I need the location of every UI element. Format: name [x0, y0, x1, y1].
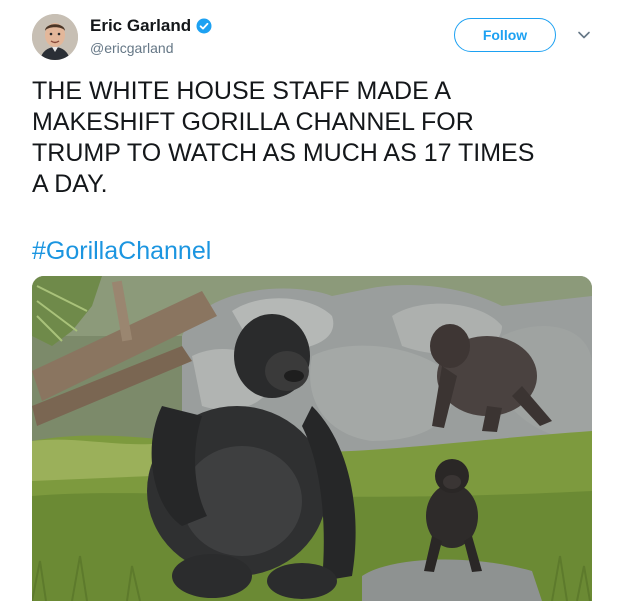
gorilla-photo: [32, 276, 592, 601]
avatar[interactable]: [32, 14, 78, 60]
author-handle[interactable]: @ericgarland: [90, 40, 173, 56]
tweet-card: Eric Garland @ericgarland Follow THE WHI…: [0, 0, 622, 601]
hashtag-link[interactable]: #GorillaChannel: [32, 236, 211, 267]
author-name[interactable]: Eric Garland: [90, 16, 212, 36]
tweet-text: THE WHITE HOUSE STAFF MADE A MAKESHIFT G…: [32, 77, 535, 198]
verified-badge-icon: [196, 18, 212, 34]
tweet-photo[interactable]: [32, 276, 592, 601]
follow-button[interactable]: Follow: [454, 18, 556, 52]
author-name-text[interactable]: Eric Garland: [90, 16, 191, 36]
chevron-down-icon[interactable]: [577, 28, 591, 42]
avatar-photo: [32, 14, 78, 60]
